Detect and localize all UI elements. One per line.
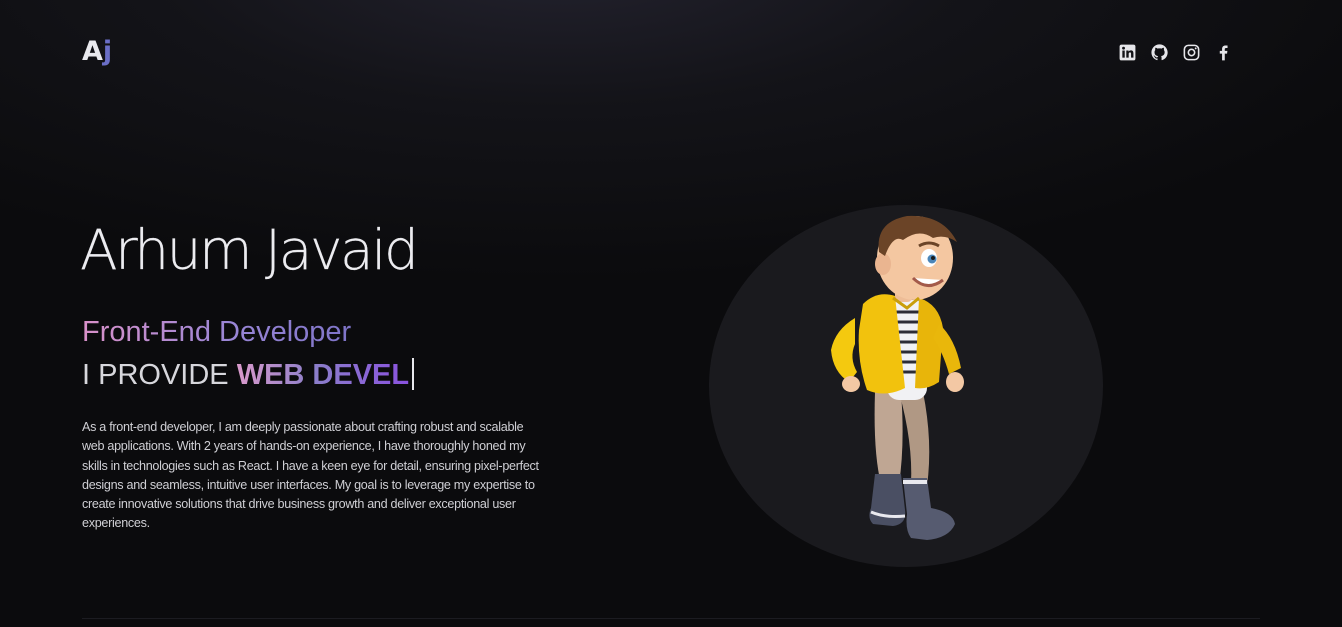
instagram-icon [1183,44,1199,60]
hero-role: Front-End Developer [82,316,352,348]
hero-name: Arhum Javaid [80,218,419,282]
facebook-link[interactable] [1213,42,1233,62]
typing-headline-lead: I PROVIDE [82,359,237,391]
facebook-icon [1219,44,1228,60]
site-logo[interactable]: Aj [82,36,112,67]
github-link[interactable] [1149,42,1169,62]
github-icon [1150,43,1168,60]
section-divider [82,618,1260,619]
typing-headline: I PROVIDE WEB DEVEL [82,358,415,392]
logo-letter-j: j [102,36,113,67]
typing-headline-typed: WEB DEVEL [236,359,410,391]
logo-letter-a: A [82,36,103,67]
hero-bio: As a front-end developer, I am deeply pa… [82,420,539,531]
cartoon-boy-illustration [831,215,964,540]
linkedin-link[interactable] [1117,42,1137,62]
instagram-link[interactable] [1181,42,1201,62]
linkedin-icon [1119,44,1135,60]
typing-cursor [412,358,415,390]
social-links [1117,42,1233,62]
top-navigation: Aj [0,0,1342,100]
